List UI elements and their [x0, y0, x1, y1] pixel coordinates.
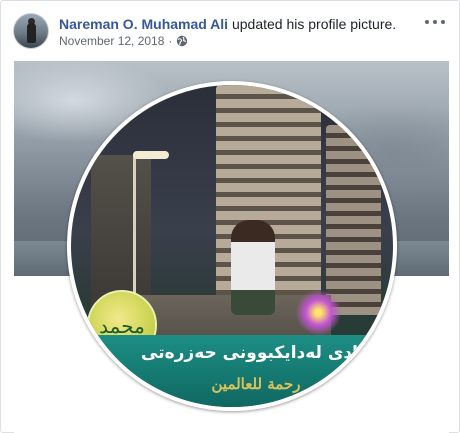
- lamp-light: [133, 151, 169, 159]
- author-name-link[interactable]: Nareman O. Muhamad Ali: [59, 16, 228, 32]
- person-figure: [231, 220, 275, 315]
- more-options-icon[interactable]: [425, 15, 445, 29]
- more-dot: [433, 20, 437, 24]
- banner-text-line1: بیت بادی لەدایکبوونی حەزرەتی: [141, 343, 397, 363]
- post-meta-line: November 12, 2018 ·: [59, 34, 188, 48]
- post-card: Nareman O. Muhamad Ali updated his profi…: [0, 0, 460, 433]
- globe-icon[interactable]: [176, 35, 188, 47]
- lamp-post: [133, 155, 136, 305]
- more-dot: [441, 20, 445, 24]
- fireworks: [296, 290, 341, 335]
- meta-separator: ·: [168, 34, 173, 48]
- post-date-link[interactable]: November 12, 2018: [59, 34, 164, 48]
- profile-picture-photo[interactable]: محمد بیت بادی لەدایکبوونی حەزرەتی رحمة ل…: [14, 61, 449, 433]
- more-dot: [425, 20, 429, 24]
- post-header: Nareman O. Muhamad Ali updated his profi…: [13, 13, 449, 53]
- banner-text-line2: رحمة للعالمين: [211, 375, 301, 393]
- post-title-line: Nareman O. Muhamad Ali updated his profi…: [59, 16, 396, 32]
- profile-picture-circle: محمد بیت بادی لەدایکبوونی حەزرەتی رحمة ل…: [67, 81, 397, 411]
- building-right: [326, 125, 381, 315]
- avatar-figure-body: [27, 23, 36, 43]
- post-action-text: updated his profile picture.: [228, 16, 397, 32]
- author-avatar[interactable]: [13, 13, 49, 49]
